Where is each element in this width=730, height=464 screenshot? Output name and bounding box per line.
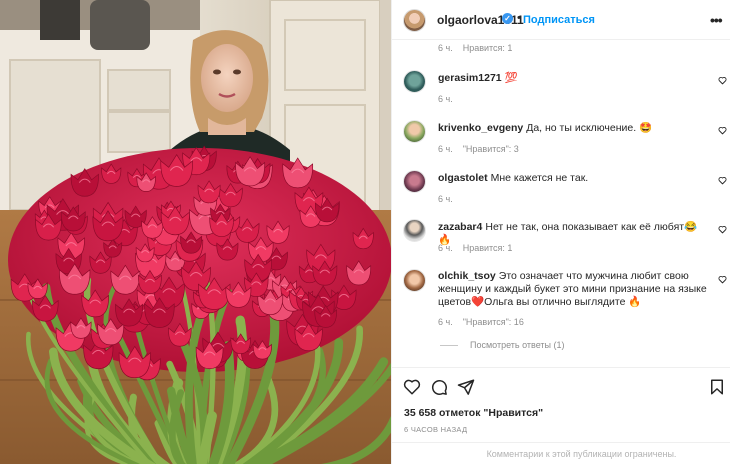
commenter-avatar[interactable]	[403, 70, 426, 93]
commenter-username[interactable]: krivenko_evgeny	[438, 122, 523, 134]
bookmark-icon[interactable]	[708, 378, 726, 396]
comments-restricted-notice: Комментарии к этой публикации ограничены…	[392, 442, 730, 464]
action-bar	[392, 367, 730, 405]
commenter-avatar[interactable]	[403, 219, 426, 242]
comment-like-heart-icon[interactable]	[718, 126, 727, 135]
comment-time: 6 ч.	[438, 43, 453, 53]
comment-likes[interactable]: "Нравится": 16	[463, 317, 524, 327]
post-header: olgaorlova1311 ✓ • Подписаться •••	[392, 0, 730, 40]
likes-count[interactable]: 35 658 отметок "Нравится"	[404, 407, 543, 419]
comment-time: 6 ч.	[438, 317, 453, 327]
commenter-username[interactable]: olchik_tsoy	[438, 270, 496, 282]
commenter-username[interactable]: gerasim1271	[438, 72, 502, 84]
kitchen-appliance	[90, 0, 150, 50]
comment-text: olgastolet Мне кажется не так.	[438, 172, 708, 185]
comment-body: Да, но ты исключение. 🤩	[526, 122, 653, 134]
commenter-avatar[interactable]	[403, 269, 426, 292]
comment-meta: 6 ч.	[438, 194, 453, 204]
follow-button[interactable]: Подписаться	[523, 14, 595, 26]
verified-badge-icon: ✓	[502, 13, 513, 24]
comment-text: olchik_tsoy Это означает что мужчина люби…	[438, 270, 708, 309]
comment-meta: 6 ч. "Нравится": 16	[438, 317, 524, 327]
replies-divider	[440, 344, 458, 346]
previous-comment-meta: 6 ч. Нравится: 1	[438, 43, 512, 53]
post-timestamp: 6 ЧАСОВ НАЗАД	[404, 425, 468, 434]
header-separator: •	[517, 12, 521, 24]
comment-likes[interactable]: "Нравится": 3	[463, 144, 519, 154]
comment-text: gerasim1271 💯	[438, 72, 708, 85]
post-photo[interactable]	[0, 0, 391, 464]
comment-like-heart-icon[interactable]	[718, 176, 727, 185]
comment-likes[interactable]: Нравится: 1	[463, 43, 513, 53]
view-replies-button[interactable]: Посмотреть ответы (1)	[440, 340, 565, 350]
view-replies-label: Посмотреть ответы (1)	[470, 340, 565, 350]
comment-like-heart-icon[interactable]	[718, 275, 727, 284]
comment-time: 6 ч.	[438, 243, 453, 253]
more-options-icon[interactable]: •••	[710, 12, 723, 28]
commenter-username[interactable]: zazabar4	[438, 221, 482, 233]
commenter-username[interactable]: olgastolet	[438, 172, 488, 184]
comment-body: Мне кажется не так.	[490, 172, 589, 184]
comment-body: 💯	[504, 72, 518, 84]
comment-like-heart-icon[interactable]	[718, 225, 727, 234]
send-icon[interactable]	[457, 378, 475, 396]
comment-icon[interactable]	[430, 378, 448, 396]
comment-time: 6 ч.	[438, 194, 453, 204]
heart-icon[interactable]	[403, 378, 421, 396]
comment-meta: 6 ч. Нравится: 1	[438, 243, 512, 253]
comment-likes[interactable]: Нравится: 1	[463, 243, 513, 253]
bouquet-photo	[0, 0, 391, 464]
comment-time: 6 ч.	[438, 94, 453, 104]
comments-list[interactable]: 6 ч. Нравится: 1 gerasim1271 💯 6 ч. kriven…	[392, 40, 730, 367]
comment-meta: 6 ч.	[438, 94, 453, 104]
comment-meta: 6 ч. "Нравится": 3	[438, 144, 519, 154]
comment-time: 6 ч.	[438, 144, 453, 154]
comment-like-heart-icon[interactable]	[718, 76, 727, 85]
commenter-avatar[interactable]	[403, 170, 426, 193]
post-side-panel: olgaorlova1311 ✓ • Подписаться ••• 6 ч. Н…	[391, 0, 730, 464]
comment-text: krivenko_evgeny Да, но ты исключение. 🤩	[438, 122, 708, 135]
commenter-avatar[interactable]	[403, 120, 426, 143]
author-avatar[interactable]	[403, 9, 426, 32]
